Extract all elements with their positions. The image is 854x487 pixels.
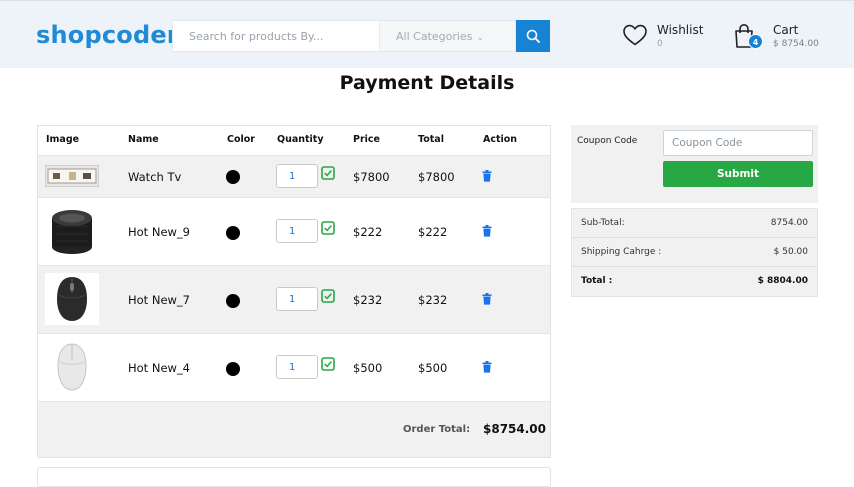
- table-header: Image Name Color Quantity Price Total Ac…: [38, 126, 550, 155]
- cart-label: Cart: [773, 23, 799, 37]
- wishlist-count: 0: [657, 39, 663, 49]
- product-name: Hot New_7: [128, 293, 190, 307]
- quantity-input[interactable]: 1: [276, 219, 318, 243]
- trash-icon[interactable]: [482, 361, 492, 373]
- trash-icon[interactable]: [482, 225, 492, 237]
- column-header-action: Action: [483, 134, 518, 145]
- product-total: $7800: [418, 170, 455, 184]
- update-check-icon[interactable]: [321, 221, 335, 235]
- speaker-thumbnail: [45, 204, 99, 258]
- column-header-price: Price: [353, 134, 380, 145]
- search-icon: [526, 29, 540, 43]
- product-price: $500: [353, 361, 383, 375]
- trash-icon[interactable]: [482, 293, 492, 305]
- trash-icon[interactable]: [482, 170, 492, 182]
- product-total: $232: [418, 293, 448, 307]
- watch-tv-thumbnail: [45, 165, 99, 187]
- page-title: Payment Details: [339, 72, 515, 94]
- white-mouse-thumbnail: [45, 340, 99, 394]
- order-total-label: Order Total:: [403, 424, 471, 435]
- column-header-quantity: Quantity: [277, 134, 324, 145]
- quantity-input[interactable]: 1: [276, 287, 318, 311]
- search-button[interactable]: [516, 20, 550, 52]
- table-row: Hot New_7 1 $232 $232: [38, 265, 550, 333]
- color-swatch: [226, 294, 240, 308]
- category-select[interactable]: All Categories ⌄: [379, 20, 516, 52]
- site-header: shopcoder Search for products By... All …: [0, 0, 854, 68]
- cart-table: Image Name Color Quantity Price Total Ac…: [37, 125, 551, 458]
- product-total: $500: [418, 361, 448, 375]
- product-total: $222: [418, 225, 448, 239]
- column-header-total: Total: [418, 134, 444, 145]
- column-header-image: Image: [46, 134, 80, 145]
- heart-icon: [623, 24, 647, 46]
- update-check-icon[interactable]: [321, 289, 335, 303]
- quantity-input[interactable]: 1: [276, 355, 318, 379]
- total-label: Total :: [581, 276, 613, 286]
- column-header-color: Color: [227, 134, 255, 145]
- shipping-value: $ 50.00: [773, 247, 808, 257]
- cart-link[interactable]: 4 Cart $ 8754.00: [733, 21, 833, 53]
- quantity-input[interactable]: 1: [276, 164, 318, 188]
- product-price: $222: [353, 225, 383, 239]
- black-mouse-thumbnail: [45, 273, 99, 325]
- coupon-box: Coupon Code Coupon Code Submit: [571, 125, 818, 203]
- product-name: Watch Tv: [128, 170, 182, 184]
- color-swatch: [226, 170, 240, 184]
- category-select-label: All Categories: [396, 30, 473, 43]
- total-value: $ 8804.00: [757, 276, 808, 286]
- order-total-value: $8754.00: [483, 422, 547, 436]
- color-swatch: [226, 226, 240, 240]
- wishlist-link[interactable]: Wishlist 0: [622, 21, 722, 53]
- coupon-code-input[interactable]: Coupon Code: [663, 130, 813, 156]
- wishlist-label: Wishlist: [657, 23, 704, 37]
- search-input[interactable]: Search for products By...: [172, 20, 379, 52]
- product-name: Hot New_9: [128, 225, 190, 239]
- product-name: Hot New_4: [128, 361, 190, 375]
- site-logo[interactable]: shopcoder: [36, 21, 179, 49]
- cart-amount: $ 8754.00: [773, 39, 819, 49]
- submit-coupon-button[interactable]: Submit: [663, 161, 813, 187]
- chevron-down-icon: ⌄: [476, 33, 484, 43]
- total-row: Total : $ 8804.00: [572, 267, 817, 296]
- shipping-label: Shipping Cahrge :: [581, 247, 662, 257]
- order-summary: Sub-Total: 8754.00 Shipping Cahrge : $ 5…: [571, 208, 818, 297]
- product-price: $232: [353, 293, 383, 307]
- update-check-icon[interactable]: [321, 357, 335, 371]
- product-price: $7800: [353, 170, 390, 184]
- update-check-icon[interactable]: [321, 166, 335, 180]
- cart-count-badge: 4: [748, 34, 763, 49]
- next-section-card: [37, 467, 551, 487]
- table-row: Hot New_9 1 $222 $222: [38, 197, 550, 265]
- table-row: Hot New_4 1 $500 $500: [38, 333, 550, 401]
- order-total-row: Order Total: $8754.00: [38, 401, 550, 457]
- table-row: Watch Tv 1 $7800 $7800: [38, 155, 550, 197]
- shipping-row: Shipping Cahrge : $ 50.00: [572, 238, 817, 267]
- coupon-label: Coupon Code: [577, 136, 638, 146]
- subtotal-label: Sub-Total:: [581, 218, 625, 228]
- subtotal-row: Sub-Total: 8754.00: [572, 209, 817, 238]
- color-swatch: [226, 362, 240, 376]
- column-header-name: Name: [128, 134, 159, 145]
- subtotal-value: 8754.00: [770, 218, 808, 228]
